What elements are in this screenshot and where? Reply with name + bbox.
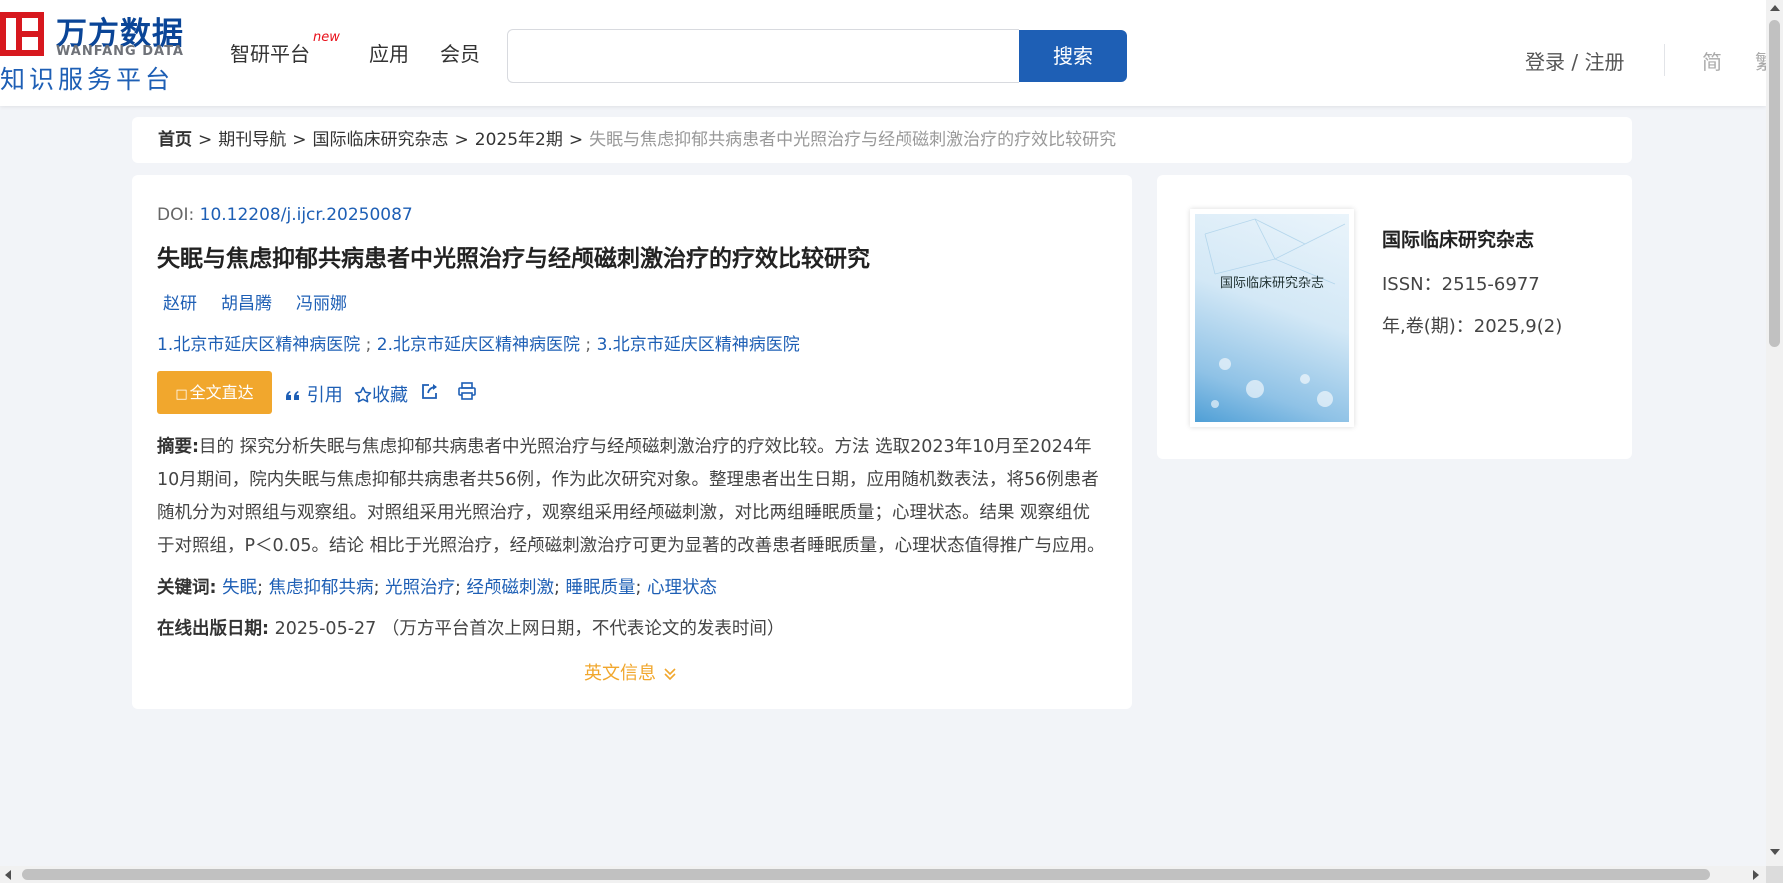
share-button[interactable]: [420, 381, 440, 403]
breadcrumb-separator: >: [198, 130, 213, 150]
doi-label: DOI:: [157, 205, 195, 225]
keywords-label: 关键词:: [157, 578, 217, 598]
wanfang-logo[interactable]: 万方数据 WANFANG DATA 知识服务平台: [0, 8, 190, 94]
cover-title: 国际临床研究杂志: [1219, 276, 1324, 291]
logo-subtitle: 知识服务平台: [0, 65, 175, 94]
abstract-label: 摘要:: [157, 437, 199, 457]
share-icon: [422, 384, 437, 399]
horizontal-scroll-thumb[interactable]: [22, 869, 1710, 880]
scroll-right-arrow-icon[interactable]: [1753, 870, 1759, 880]
cover-network-pattern: [1204, 218, 1346, 408]
nav-item-membership[interactable]: 会员: [440, 38, 480, 67]
keyword-link[interactable]: 焦虑抑郁共病: [269, 578, 374, 598]
keyword-link[interactable]: 心理状态: [647, 578, 717, 598]
breadcrumb-journal[interactable]: 国际临床研究杂志: [313, 130, 449, 150]
keyword-separator: ;: [554, 578, 560, 598]
doi-line: DOI: 10.12208/j.ijcr.20250087: [157, 205, 413, 225]
keyword-link[interactable]: 光照治疗: [385, 578, 455, 598]
journal-cover[interactable]: 国际临床研究杂志: [1190, 209, 1354, 427]
abstract-text: 目的 探究分析失眠与焦虑抑郁共病患者中光照治疗与经颅磁刺激治疗的疗效比较。方法 …: [157, 437, 1105, 556]
keywords: 关键词: 失眠; 焦虑抑郁共病; 光照治疗; 经颅磁刺激; 睡眠质量; 心理状态: [157, 574, 717, 599]
breadcrumb-separator: >: [568, 130, 584, 150]
keyword-separator: ;: [455, 578, 461, 598]
cite-button[interactable]: 引用: [285, 381, 343, 407]
wanfang-logo-mark: [0, 12, 44, 56]
collect-button[interactable]: 收藏: [354, 381, 408, 407]
organization-link[interactable]: 2.北京市延庆区精神病医院: [377, 335, 580, 355]
print-button[interactable]: [457, 381, 477, 403]
fulltext-label: 全文直达: [189, 383, 254, 402]
abstract: 摘要:目的 探究分析失眠与焦虑抑郁共病患者中光照治疗与经颅磁刺激治疗的疗效比较。…: [157, 431, 1107, 563]
new-badge: new: [313, 30, 340, 45]
scroll-down-arrow-icon[interactable]: [1770, 849, 1780, 855]
author-list: 赵研 胡昌腾 冯丽娜: [163, 289, 371, 314]
language-simplified[interactable]: 简: [1702, 46, 1722, 75]
login-register-link[interactable]: 登录 / 注册: [1525, 46, 1624, 75]
nav-item-zhiyan[interactable]: 智研平台: [230, 38, 310, 67]
publish-date-label: 在线出版日期:: [157, 619, 269, 639]
keyword-link[interactable]: 经颅磁刺激: [467, 578, 555, 598]
organization-separator: ;: [585, 335, 592, 355]
breadcrumb-journal-nav[interactable]: 期刊导航: [218, 130, 286, 150]
author-link[interactable]: 胡昌腾: [221, 294, 272, 314]
language-traditional[interactable]: 繁: [1755, 46, 1766, 75]
breadcrumb-separator: >: [454, 130, 469, 150]
vertical-scroll-thumb[interactable]: [1769, 20, 1780, 347]
publish-date-note: （万方平台首次上网日期，不代表论文的发表时间）: [381, 619, 785, 639]
document-icon: □: [175, 387, 188, 402]
breadcrumb-home[interactable]: 首页: [158, 130, 192, 150]
doi-link[interactable]: 10.12208/j.ijcr.20250087: [200, 205, 413, 225]
organization-link[interactable]: 1.北京市延庆区精神病医院: [157, 335, 360, 355]
collect-label: 收藏: [372, 385, 408, 406]
cite-label: 引用: [306, 385, 343, 406]
organization-link[interactable]: 3.北京市延庆区精神病医院: [597, 335, 800, 355]
star-icon: [354, 386, 372, 403]
article-title: 失眠与焦虑抑郁共病患者中光照治疗与经颅磁刺激治疗的疗效比较研究: [157, 246, 870, 272]
search-input[interactable]: [507, 29, 1019, 83]
double-chevron-down-icon: [664, 668, 676, 681]
quote-icon: [286, 391, 299, 400]
article-card: DOI: 10.12208/j.ijcr.20250087 失眠与焦虑抑郁共病患…: [132, 175, 1132, 709]
site-header: 万方数据 WANFANG DATA 知识服务平台 智研平台 new 应用 会员 …: [0, 0, 1766, 106]
publish-date: 在线出版日期: 2025-05-27 （万方平台首次上网日期，不代表论文的发表时…: [157, 615, 784, 640]
keyword-link[interactable]: 睡眠质量: [566, 578, 636, 598]
breadcrumb-current: 失眠与焦虑抑郁共病患者中光照治疗与经颅磁刺激治疗的疗效比较研究: [589, 130, 1117, 150]
fulltext-button[interactable]: □ 全文直达: [157, 371, 272, 414]
english-info-toggle[interactable]: 英文信息: [584, 659, 678, 685]
scrollbar-corner: [1766, 866, 1783, 883]
journal-card: 国际临床研究杂志 国际临床研究杂志 ISSN：2515-6977 年,卷(期)：…: [1157, 175, 1632, 459]
breadcrumb-issue[interactable]: 2025年2期: [475, 130, 563, 150]
horizontal-scrollbar[interactable]: [0, 866, 1766, 883]
vertical-scrollbar[interactable]: [1766, 0, 1783, 866]
logo-english-name: WANFANG DATA: [56, 44, 184, 59]
organization-separator: ;: [365, 335, 372, 355]
organization-list: 1.北京市延庆区精神病医院 ; 2.北京市延庆区精神病医院 ; 3.北京市延庆区…: [157, 330, 800, 355]
english-info-label: 英文信息: [584, 663, 656, 684]
search-button[interactable]: 搜索: [1019, 30, 1127, 82]
journal-name[interactable]: 国际临床研究杂志: [1382, 225, 1534, 252]
nav-item-apps[interactable]: 应用: [369, 38, 409, 67]
publish-date-value: 2025-05-27: [274, 619, 377, 639]
keyword-link[interactable]: 失眠: [222, 578, 257, 598]
author-link[interactable]: 冯丽娜: [296, 294, 347, 314]
language-divider: [1664, 44, 1665, 76]
breadcrumb-separator: >: [292, 130, 307, 150]
keyword-separator: ;: [373, 578, 380, 598]
keyword-separator: ;: [635, 578, 642, 598]
article-actions: □ 全文直达 引用 收藏: [157, 371, 957, 415]
print-icon: [458, 382, 476, 400]
breadcrumb: 首页 > 期刊导航 > 国际临床研究杂志 >2025年2期 > 失眠与焦虑抑郁共病患者中光照治…: [132, 117, 1632, 163]
journal-volume: 年,卷(期)：2025,9(2): [1382, 316, 1563, 337]
journal-issn: ISSN：2515-6977: [1382, 274, 1540, 295]
scroll-up-arrow-icon[interactable]: [1770, 5, 1780, 11]
author-link[interactable]: 赵研: [163, 294, 197, 314]
scroll-left-arrow-icon[interactable]: [5, 870, 11, 880]
keyword-separator: ;: [257, 578, 263, 598]
